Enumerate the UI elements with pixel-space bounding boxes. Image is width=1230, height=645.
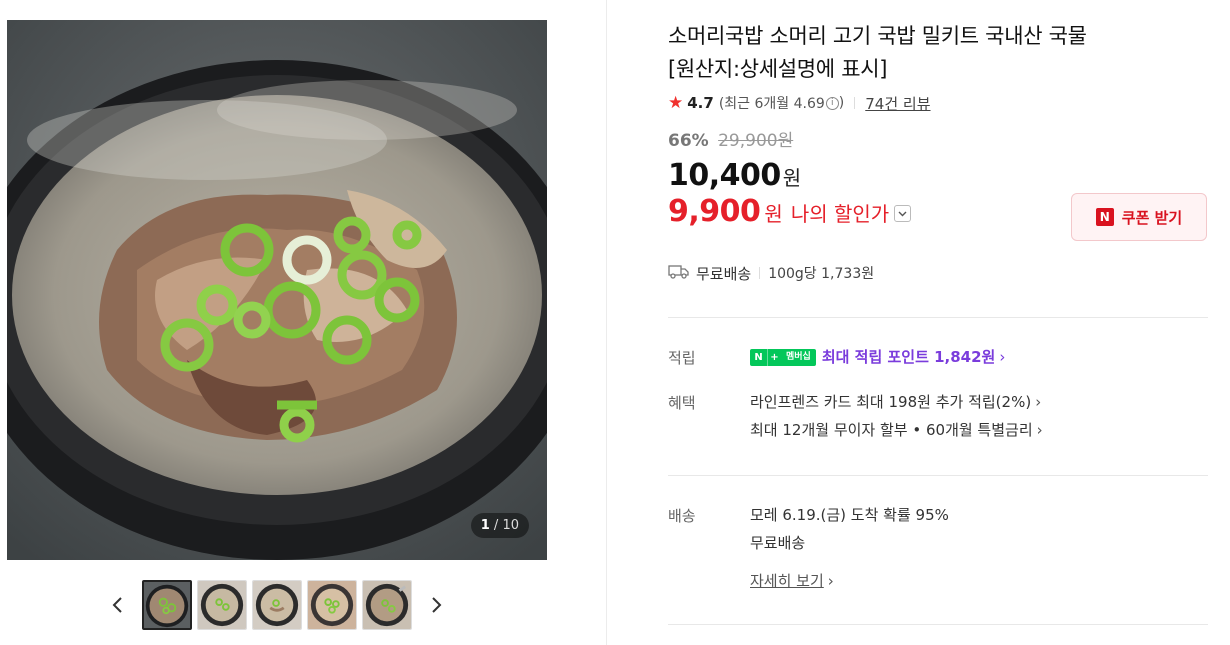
image-counter-total: 10	[502, 518, 519, 533]
benefit-list: 라인프렌즈 카드 최대 198원 추가 적립(2%) › 최대 12개월 무이자 …	[750, 388, 1043, 444]
chevron-right-icon: ›	[1036, 421, 1043, 439]
points-text: 최대 적립 포인트 1,842원	[821, 348, 996, 366]
naver-n-icon: N	[1095, 208, 1114, 226]
gukbap-photo	[7, 20, 547, 560]
chevron-right-icon: ›	[1035, 393, 1042, 411]
discount-percent: 66%	[668, 131, 709, 151]
chevron-right-icon: ›	[999, 348, 1006, 366]
rating-row: ★ 4.7 (최근 6개월 4.69 i ) 74건 리뷰	[668, 92, 1208, 114]
benefit-item-card[interactable]: 라인프렌즈 카드 최대 198원 추가 적립(2%) ›	[750, 388, 1043, 416]
benefit-item-installment[interactable]: 최대 12개월 무이자 할부 • 60개월 특별금리 ›	[750, 416, 1043, 444]
section-divider	[668, 475, 1208, 476]
delivery-label: 배송	[668, 507, 696, 525]
sale-price: 10,400	[668, 158, 781, 193]
separator	[759, 267, 761, 279]
chevron-right-icon[interactable]	[425, 593, 449, 617]
rating-recent: (최근 6개월 4.69	[718, 96, 825, 112]
coupon-button[interactable]: N 쿠폰 받기	[1071, 193, 1207, 241]
chevron-left-icon[interactable]	[105, 593, 129, 617]
points-label: 적립	[668, 349, 696, 367]
my-price-unit: 원	[764, 202, 783, 226]
column-divider	[606, 0, 607, 645]
price-row: 10,400 원	[668, 158, 1208, 194]
review-link[interactable]: 74건 리뷰	[865, 93, 930, 114]
original-price-row: 66% 29,900원	[668, 126, 1208, 152]
rating-recent-close: )	[838, 95, 845, 111]
thumbnail-3[interactable]	[252, 580, 302, 630]
thumbnail-4[interactable]	[307, 580, 357, 630]
thumbnail-strip	[105, 580, 450, 630]
thumbnail-2[interactable]	[197, 580, 247, 630]
product-title-line1: 소머리국밥 소머리 고기 국밥 밀키트 국내산 국물	[668, 24, 1087, 48]
membership-badge: N + 멤버십	[750, 348, 816, 366]
chevron-down-icon[interactable]	[894, 205, 912, 222]
benefit-label: 혜택	[668, 394, 696, 412]
main-product-image[interactable]: 1 / 10	[7, 20, 547, 560]
section-divider	[668, 624, 1208, 625]
section-divider	[668, 317, 1208, 318]
product-title-line2: [원산지:상세설명에 표시]	[668, 57, 888, 81]
shipping-row: 무료배송 100g당 1,733원	[668, 262, 874, 284]
info-icon[interactable]: i	[825, 96, 839, 110]
shipping-text: 무료배송	[696, 264, 752, 283]
star-icon: ★	[668, 93, 684, 113]
delivery-fee: 무료배송	[750, 534, 806, 552]
thumbnail-list	[142, 580, 412, 630]
unit-price: 100g당 1,733원	[768, 266, 875, 282]
delivery-info: 모레 6.19.(금) 도착 확률 95% 무료배송 자세히 보기 ›	[750, 501, 949, 595]
chevron-right-icon: ›	[827, 572, 834, 590]
sale-price-unit: 원	[782, 166, 802, 190]
my-price-label: 나의 할인가	[790, 202, 890, 226]
delivery-eta: 모레 6.19.(금) 도착 확률 95%	[750, 506, 949, 524]
image-counter-current: 1	[480, 518, 490, 533]
membership-points[interactable]: N + 멤버십 최대 적립 포인트 1,842원 ›	[750, 343, 1005, 371]
delivery-detail-link[interactable]: 자세히 보기 ›	[750, 567, 949, 595]
rating-score: 4.7	[687, 94, 714, 112]
coupon-label: 쿠폰 받기	[1121, 208, 1183, 227]
thumbnail-5[interactable]	[362, 580, 412, 630]
thumbnail-1[interactable]	[142, 580, 192, 630]
product-title: 소머리국밥 소머리 고기 국밥 밀키트 국내산 국물 [원산지:상세설명에 표시…	[668, 20, 1208, 86]
original-price: 29,900원	[718, 131, 794, 151]
my-price: 9,900	[668, 194, 761, 229]
truck-icon	[668, 263, 690, 283]
image-counter: 1 / 10	[470, 513, 529, 538]
separator	[854, 97, 856, 109]
